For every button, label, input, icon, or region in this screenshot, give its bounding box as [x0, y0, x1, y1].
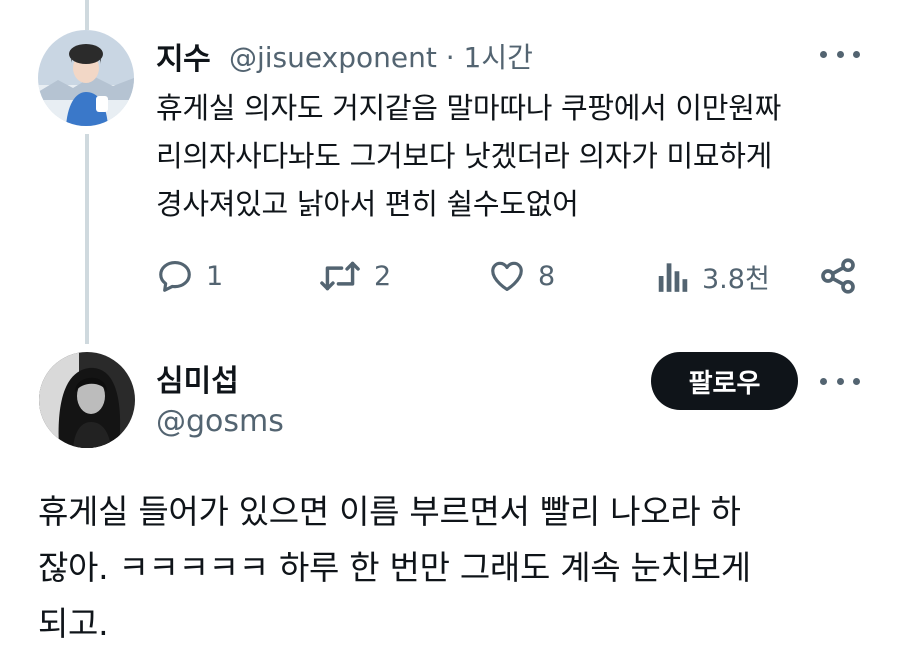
parent-meta: @jisuexponent · 1시간: [229, 36, 533, 76]
parent-tweet-text: 휴게실 의자도 거지같음 말마따나 쿠팡에서 이만원짜 리의자사다놔도 그거보다…: [156, 91, 781, 221]
like-button[interactable]: 8: [488, 252, 555, 300]
share-icon: [821, 258, 855, 294]
reply-icon: [159, 260, 191, 292]
parent-action-bar: 1 2 8 3.8천: [156, 252, 860, 300]
reply-count: 1: [206, 260, 224, 292]
main-handle[interactable]: @gosms: [156, 404, 284, 439]
avatar[interactable]: [39, 352, 135, 448]
more-icon[interactable]: [820, 47, 860, 61]
retweet-icon: [320, 261, 360, 291]
views-button[interactable]: 3.8천: [656, 252, 770, 300]
avatar[interactable]: [38, 30, 134, 126]
views-count: 3.8천: [702, 263, 770, 295]
meta-separator: ·: [445, 41, 455, 74]
share-button[interactable]: [818, 252, 858, 300]
follow-button[interactable]: 팔로우: [651, 352, 798, 410]
parent-display-name[interactable]: 지수: [156, 34, 211, 78]
views-icon: [658, 263, 688, 292]
thread-line: [85, 134, 89, 344]
more-icon[interactable]: [820, 374, 860, 388]
parent-handle[interactable]: @jisuexponent: [229, 41, 437, 74]
thread-line-top: [85, 0, 89, 30]
heart-icon: [491, 261, 523, 292]
retweet-count: 2: [374, 260, 392, 292]
main-tweet-text: 휴게실 들어가 있으면 이름 부르면서 빨리 나오라 하 잖아. ㅋㅋㅋㅋㅋ 하…: [38, 492, 751, 643]
main-display-name[interactable]: 심미섭: [156, 356, 239, 400]
reply-button[interactable]: 1: [156, 252, 223, 300]
retweet-button[interactable]: 2: [318, 252, 391, 300]
like-count: 8: [538, 260, 556, 292]
parent-time[interactable]: 1시간: [464, 41, 533, 74]
